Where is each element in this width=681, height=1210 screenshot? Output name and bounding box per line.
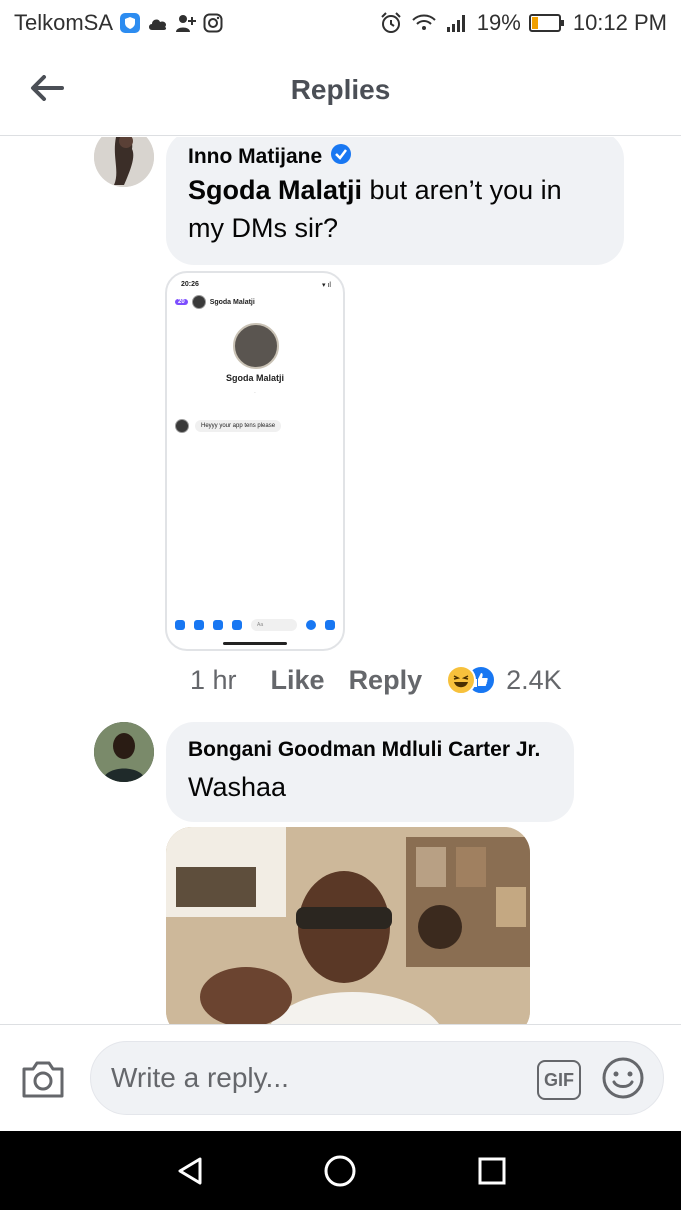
instagram-icon bbox=[203, 13, 223, 33]
clock: 10:12 PM bbox=[572, 10, 667, 35]
comment-author[interactable]: Inno Matijane bbox=[188, 145, 322, 169]
avatar[interactable] bbox=[94, 722, 154, 782]
emoji-icon bbox=[306, 620, 316, 630]
reply-composer: Write a reply... GIF bbox=[0, 1024, 681, 1130]
comment-actions: 1 hr Like Reply 2.4K bbox=[190, 662, 562, 698]
screenshot-signal-icon: ▾ ıl bbox=[322, 282, 331, 289]
cloud-icon bbox=[147, 15, 169, 31]
gif-button[interactable]: GIF bbox=[537, 1060, 581, 1100]
comment-bubble[interactable]: Inno Matijane Sgoda Malatji but aren’t y… bbox=[166, 137, 624, 265]
person-add-icon bbox=[175, 13, 197, 33]
emoji-button[interactable] bbox=[601, 1056, 645, 1100]
carrier-label: TelkomSA bbox=[14, 10, 114, 35]
screenshot-home-indicator bbox=[223, 642, 287, 645]
screenshot-profile-name: Sgoda Malatji bbox=[225, 373, 284, 383]
camera-icon bbox=[22, 1061, 64, 1098]
replies-list[interactable]: Inno Matijane Sgoda Malatji but aren’t y… bbox=[0, 137, 681, 1025]
attached-screenshot[interactable]: 20:26 ▾ ıl 20 Sgoda Malatji Sgoda Malatj… bbox=[165, 271, 345, 651]
reply-placeholder: Write a reply... bbox=[111, 1062, 289, 1093]
screenshot-profile-avatar bbox=[233, 323, 279, 369]
smiley-icon bbox=[602, 1057, 644, 1099]
screenshot-topbar: 20 Sgoda Malatji bbox=[175, 295, 255, 309]
avatar[interactable] bbox=[94, 137, 154, 187]
system-nav-bar bbox=[0, 1131, 681, 1210]
chat-icon bbox=[232, 620, 242, 630]
screenshot-avatar bbox=[191, 295, 206, 309]
page-title: Replies bbox=[290, 74, 391, 105]
comment-text: Washaa bbox=[188, 772, 287, 802]
wifi-icon bbox=[411, 12, 437, 34]
square-recents-icon bbox=[478, 1157, 506, 1185]
screenshot-time: 20:26 bbox=[181, 281, 199, 288]
status-bar: TelkomSA 19% 10:12 PM bbox=[0, 0, 681, 46]
mic-icon bbox=[175, 620, 185, 630]
screenshot-contact: Sgoda Malatji bbox=[209, 298, 255, 306]
screenshot-profile-sub: · bbox=[254, 390, 256, 396]
comment-bubble[interactable]: Bongani Goodman Mdluli Carter Jr. Washaa bbox=[166, 722, 574, 822]
screenshot-toolbar: Aa bbox=[175, 619, 335, 631]
attached-image[interactable] bbox=[166, 827, 530, 1025]
comment-text: Sgoda Malatji but aren’t you in my DMs s… bbox=[188, 171, 602, 247]
replies-header: Replies bbox=[0, 46, 681, 136]
camera-button[interactable] bbox=[20, 1059, 66, 1099]
image-icon bbox=[213, 620, 223, 630]
thumbs-up-icon bbox=[325, 620, 335, 630]
circle-home-icon bbox=[324, 1155, 356, 1187]
screenshot-badge: 20 bbox=[175, 299, 188, 305]
nav-back-button[interactable] bbox=[170, 1151, 210, 1191]
battery-percent: 19% bbox=[476, 10, 521, 35]
verified-badge-icon bbox=[330, 143, 352, 171]
screenshot-input: Aa bbox=[251, 619, 297, 631]
screenshot-message-row: Heyyy your app tens please bbox=[175, 419, 282, 433]
screenshot-message: Heyyy your app tens please bbox=[195, 420, 282, 432]
signal-icon bbox=[445, 13, 469, 33]
triangle-back-icon bbox=[178, 1157, 202, 1185]
nav-recents-button[interactable] bbox=[472, 1151, 512, 1191]
shield-icon bbox=[119, 12, 141, 34]
reactions-summary[interactable]: 2.4K bbox=[446, 665, 562, 696]
camera-icon bbox=[194, 620, 204, 630]
alarm-icon bbox=[379, 11, 403, 35]
reaction-count: 2.4K bbox=[506, 664, 562, 695]
comment-time: 1 hr bbox=[190, 664, 237, 695]
mention-link[interactable]: Sgoda Malatji bbox=[188, 175, 362, 205]
haha-reaction-icon bbox=[446, 665, 477, 695]
screenshot-msg-avatar bbox=[175, 419, 189, 433]
battery-icon bbox=[528, 13, 565, 33]
comment-author[interactable]: Bongani Goodman Mdluli Carter Jr. bbox=[188, 738, 540, 762]
reply-input[interactable]: Write a reply... GIF bbox=[90, 1041, 664, 1115]
reply-button[interactable]: Reply bbox=[349, 665, 423, 696]
nav-home-button[interactable] bbox=[320, 1151, 360, 1191]
like-button[interactable]: Like bbox=[271, 665, 325, 696]
